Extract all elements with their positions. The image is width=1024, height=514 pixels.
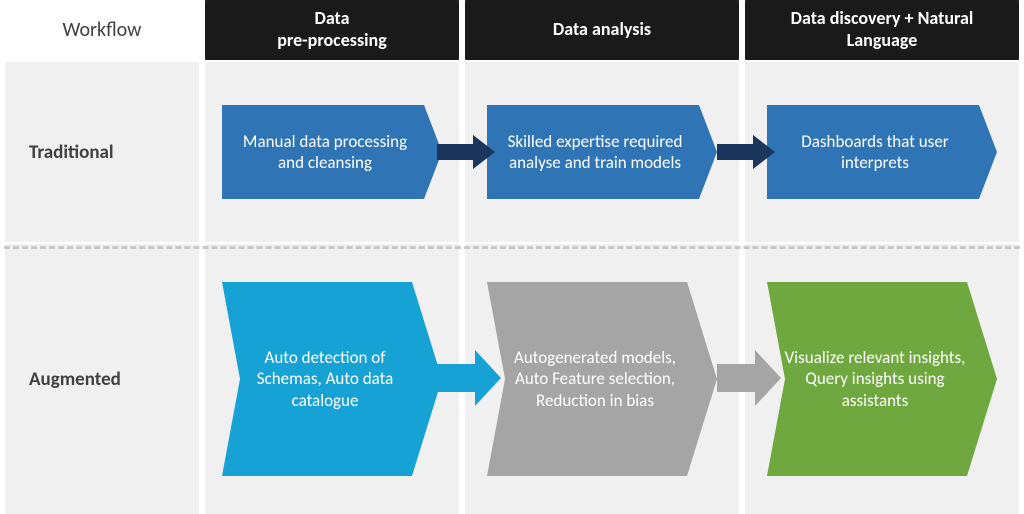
header-preprocessing: Data pre-processing <box>205 0 459 60</box>
cell-traditional-analysis: Skilled expertise required analyse and t… <box>465 62 739 242</box>
header-analysis: Data analysis <box>465 0 739 60</box>
step-augmented-analysis: Autogenerated models, Auto Feature selec… <box>487 282 717 476</box>
step-augmented-pre-text: Auto detection of Schemas, Auto data cat… <box>236 347 414 411</box>
header-discovery: Data discovery + Natural Language <box>745 0 1019 60</box>
step-traditional-analysis: Skilled expertise required analyse and t… <box>487 105 717 199</box>
step-augmented-pre: Auto detection of Schemas, Auto data cat… <box>222 282 442 476</box>
step-traditional-pre-text: Manual data processing and cleansing <box>236 131 414 174</box>
step-augmented-discovery-text: Visualize relevant insights, Query insig… <box>781 347 969 411</box>
step-traditional-discovery-text: Dashboards that user interprets <box>781 131 969 174</box>
cell-traditional-pre: Manual data processing and cleansing <box>205 62 459 242</box>
arrow-icon <box>717 350 783 406</box>
cell-traditional-discovery: Dashboards that user interprets <box>745 62 1019 242</box>
step-traditional-analysis-text: Skilled expertise required analyse and t… <box>501 131 689 174</box>
step-traditional-pre: Manual data processing and cleansing <box>222 105 442 199</box>
arrow-icon <box>717 135 777 169</box>
header-workflow: Workflow <box>5 0 199 60</box>
cell-augmented-pre: Auto detection of Schemas, Auto data cat… <box>205 244 459 514</box>
row-label-traditional: Traditional <box>5 62 199 242</box>
step-augmented-discovery: Visualize relevant insights, Query insig… <box>767 282 997 476</box>
step-augmented-analysis-text: Autogenerated models, Auto Feature selec… <box>501 347 689 411</box>
arrow-icon <box>437 135 497 169</box>
header-preprocessing-text: Data pre-processing <box>277 8 387 51</box>
arrow-icon <box>437 350 503 406</box>
workflow-diagram: Workflow Data pre-processing Data analys… <box>0 0 1024 514</box>
cell-augmented-analysis: Autogenerated models, Auto Feature selec… <box>465 244 739 514</box>
step-traditional-discovery: Dashboards that user interprets <box>767 105 997 199</box>
row-label-augmented: Augmented <box>5 244 199 514</box>
cell-augmented-discovery: Visualize relevant insights, Query insig… <box>745 244 1019 514</box>
